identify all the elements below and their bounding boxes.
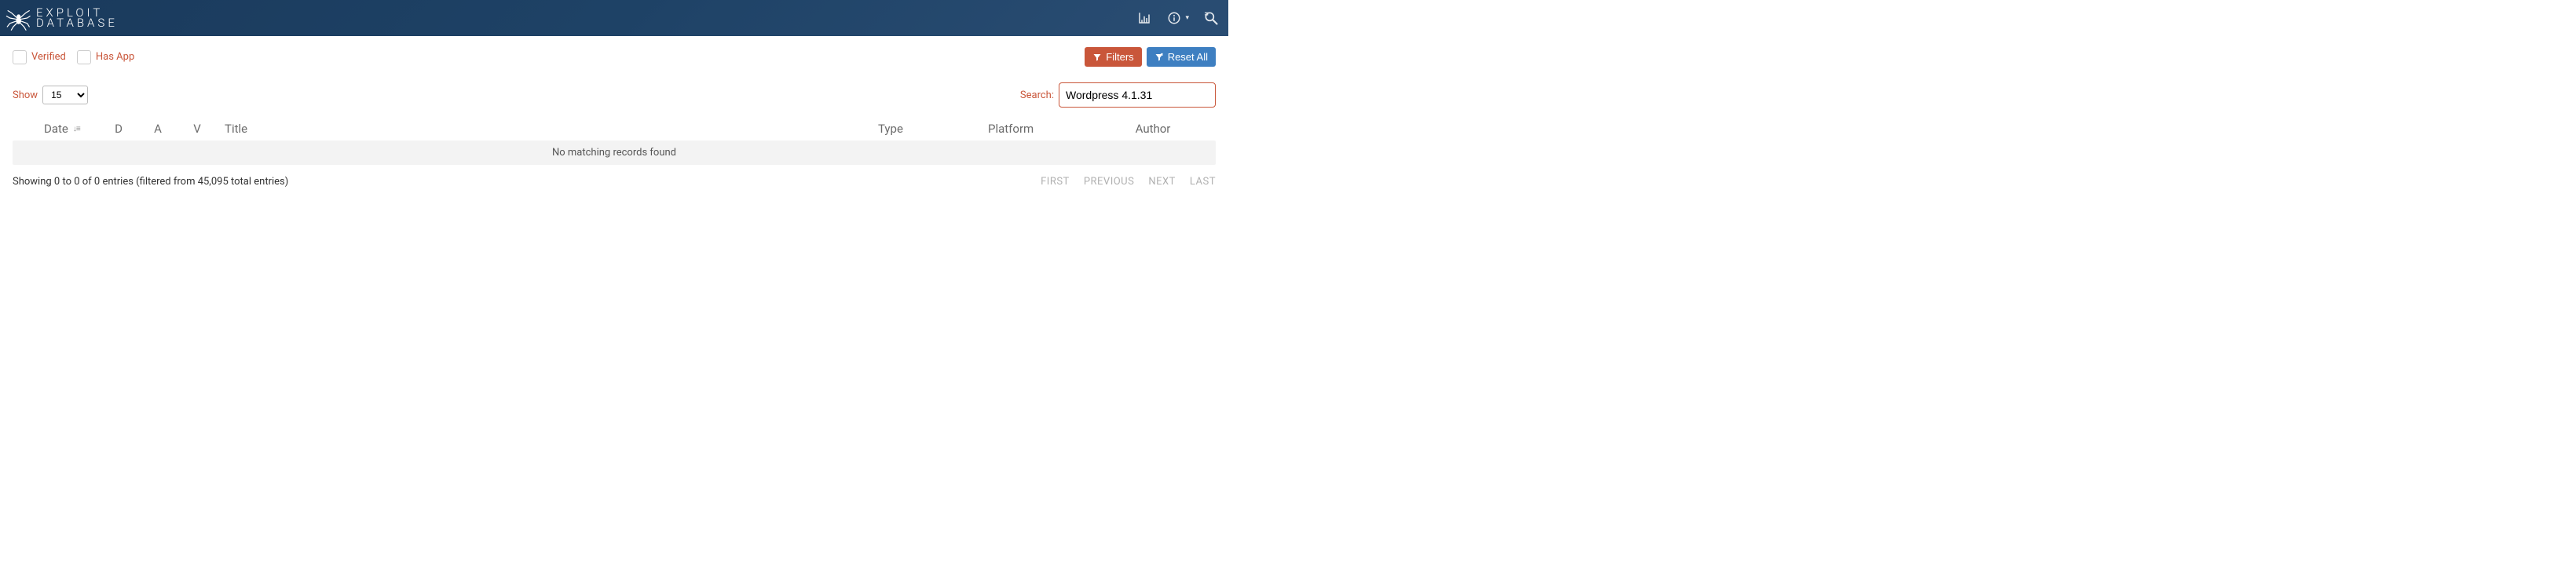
col-type[interactable]: Type: [878, 122, 988, 136]
checkbox-box: [77, 50, 91, 64]
page-first[interactable]: FIRST: [1041, 176, 1070, 188]
col-a[interactable]: A: [138, 122, 177, 136]
search-input[interactable]: [1059, 82, 1216, 108]
chevron-down-icon: ▾: [1185, 14, 1189, 22]
col-author[interactable]: Author: [1098, 122, 1208, 136]
sort-desc-icon: ↓≡: [73, 125, 80, 133]
spider-icon: [3, 4, 31, 32]
col-date[interactable]: Date ↓≡: [20, 122, 99, 136]
filters-button[interactable]: Filters: [1085, 47, 1141, 67]
info-icon: [1166, 10, 1182, 26]
results-info: Showing 0 to 0 of 0 entries (filtered fr…: [13, 176, 288, 188]
table-header: Date ↓≡ D A V Title Type Platform Author: [13, 117, 1216, 141]
verified-label: Verified: [31, 51, 66, 63]
filter-buttons: Filters Reset All: [1085, 47, 1216, 67]
header-bar: EXPLOIT DATABASE ▾: [0, 0, 1228, 36]
stats-icon[interactable]: [1136, 10, 1152, 26]
col-platform[interactable]: Platform: [988, 122, 1098, 136]
filters-button-label: Filters: [1106, 51, 1133, 63]
hasapp-checkbox[interactable]: Has App: [77, 50, 134, 64]
brand-logo[interactable]: EXPLOIT DATABASE: [3, 4, 118, 32]
info-dropdown[interactable]: ▾: [1166, 10, 1189, 26]
verified-checkbox[interactable]: Verified: [13, 50, 66, 64]
control-row: Show 15 Search:: [13, 82, 1216, 108]
content-area: Verified Has App Filters Reset All Show …: [0, 38, 1228, 200]
hasapp-label: Has App: [96, 51, 134, 63]
page-last[interactable]: LAST: [1190, 176, 1216, 188]
col-title[interactable]: Title: [217, 122, 878, 136]
reset-button-label: Reset All: [1168, 51, 1208, 63]
col-d[interactable]: D: [99, 122, 138, 136]
brand-text: EXPLOIT DATABASE: [36, 8, 118, 28]
brand-line2: DATABASE: [36, 18, 118, 28]
funnel-icon: [1092, 53, 1102, 62]
table-footer: Showing 0 to 0 of 0 entries (filtered fr…: [13, 176, 1216, 188]
filter-row: Verified Has App Filters Reset All: [13, 47, 1216, 67]
reset-funnel-icon: [1154, 53, 1164, 62]
header-actions: ▾: [1136, 10, 1219, 26]
page-next[interactable]: NEXT: [1148, 176, 1176, 188]
col-v[interactable]: V: [177, 122, 217, 136]
search-settings-icon[interactable]: [1203, 10, 1219, 26]
filter-checkboxes: Verified Has App: [13, 50, 134, 64]
empty-results-message: No matching records found: [13, 141, 1216, 165]
show-entries: Show 15: [13, 86, 88, 104]
page-previous[interactable]: PREVIOUS: [1084, 176, 1135, 188]
reset-all-button[interactable]: Reset All: [1147, 47, 1216, 67]
pagination: FIRST PREVIOUS NEXT LAST: [1041, 176, 1216, 188]
search-label: Search:: [1020, 89, 1054, 101]
checkbox-box: [13, 50, 27, 64]
show-select[interactable]: 15: [42, 86, 88, 104]
show-label: Show: [13, 89, 38, 101]
search-wrap: Search:: [1020, 82, 1216, 108]
results-table: Date ↓≡ D A V Title Type Platform Author…: [13, 117, 1216, 165]
